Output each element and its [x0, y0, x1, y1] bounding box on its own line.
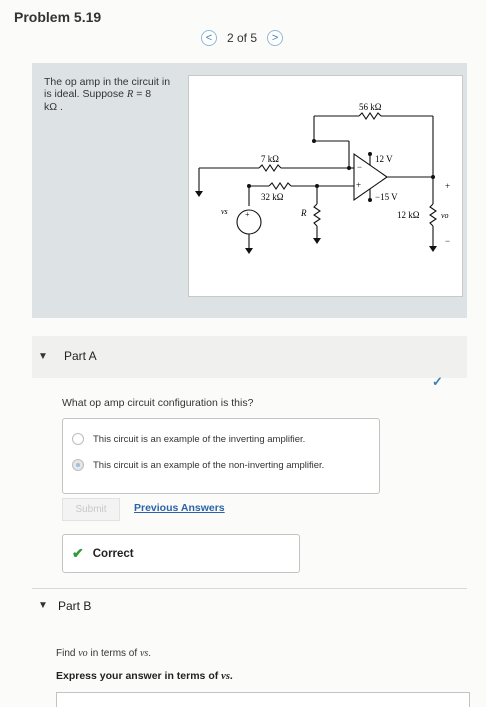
r56-label: 56 kΩ: [359, 102, 382, 112]
part-b-prompt: Find vo in terms of vs.: [56, 648, 152, 659]
result-box: ✔ Correct: [62, 534, 300, 573]
r-label: R: [300, 208, 307, 218]
answer-options-box: [62, 418, 380, 494]
pager-text: 2 of 5: [227, 31, 258, 45]
noninverting-input: +: [356, 180, 361, 190]
vo-minus: −: [445, 236, 450, 246]
part-b-header[interactable]: ▼ Part B: [32, 594, 467, 636]
part-a-question: What op amp circuit configuration is thi…: [62, 397, 254, 409]
r32-label: 32 kΩ: [261, 192, 284, 202]
submit-button[interactable]: Submit: [62, 498, 120, 521]
part-b-instruction: Express your answer in terms of vs.: [56, 670, 233, 682]
part-a-complete-check-icon: ✓: [432, 374, 443, 389]
circuit-svg: 56 kΩ 7 kΩ 32 kΩ R vs + 12 V −15 V − + 1…: [195, 102, 450, 254]
radio-inverting[interactable]: [72, 433, 84, 445]
radio-noninverting[interactable]: [72, 459, 84, 471]
collapse-triangle-icon: ▼: [38, 600, 48, 611]
vo-label: vo: [441, 211, 449, 220]
vcc-label: 12 V: [375, 154, 393, 164]
next-problem-button[interactable]: >: [267, 30, 284, 46]
r12-label: 12 kΩ: [397, 210, 420, 220]
vo-plus: +: [445, 181, 450, 191]
part-b-label: Part B: [58, 599, 92, 613]
option-inverting[interactable]: This circuit is an example of the invert…: [72, 433, 305, 445]
correct-check-icon: ✔: [72, 545, 84, 561]
part-a-header[interactable]: ▼ Part A ✓: [32, 336, 467, 389]
circuit-diagram: 56 kΩ 7 kΩ 32 kΩ R vs + 12 V −15 V − + 1…: [188, 75, 463, 297]
option-noninverting[interactable]: This circuit is an example of the non-in…: [72, 459, 324, 471]
problem-title: Problem 5.19: [14, 9, 102, 25]
source-plus: +: [245, 210, 250, 219]
previous-answers-link[interactable]: Previous Answers: [134, 502, 225, 514]
result-text: Correct: [92, 547, 134, 560]
inverting-input: −: [357, 162, 362, 172]
collapse-triangle-icon: ▼: [38, 351, 48, 362]
problem-pager: < 2 of 5 >: [201, 28, 297, 48]
r7-label: 7 kΩ: [261, 154, 279, 164]
vs-label: vs: [221, 207, 228, 216]
prev-problem-button[interactable]: <: [201, 30, 217, 46]
vee-label: −15 V: [375, 192, 398, 202]
problem-statement: The op amp in the circuit in is ideal. S…: [44, 76, 171, 113]
part-a-label: Part A: [64, 349, 97, 363]
part-b-divider: [32, 588, 467, 589]
